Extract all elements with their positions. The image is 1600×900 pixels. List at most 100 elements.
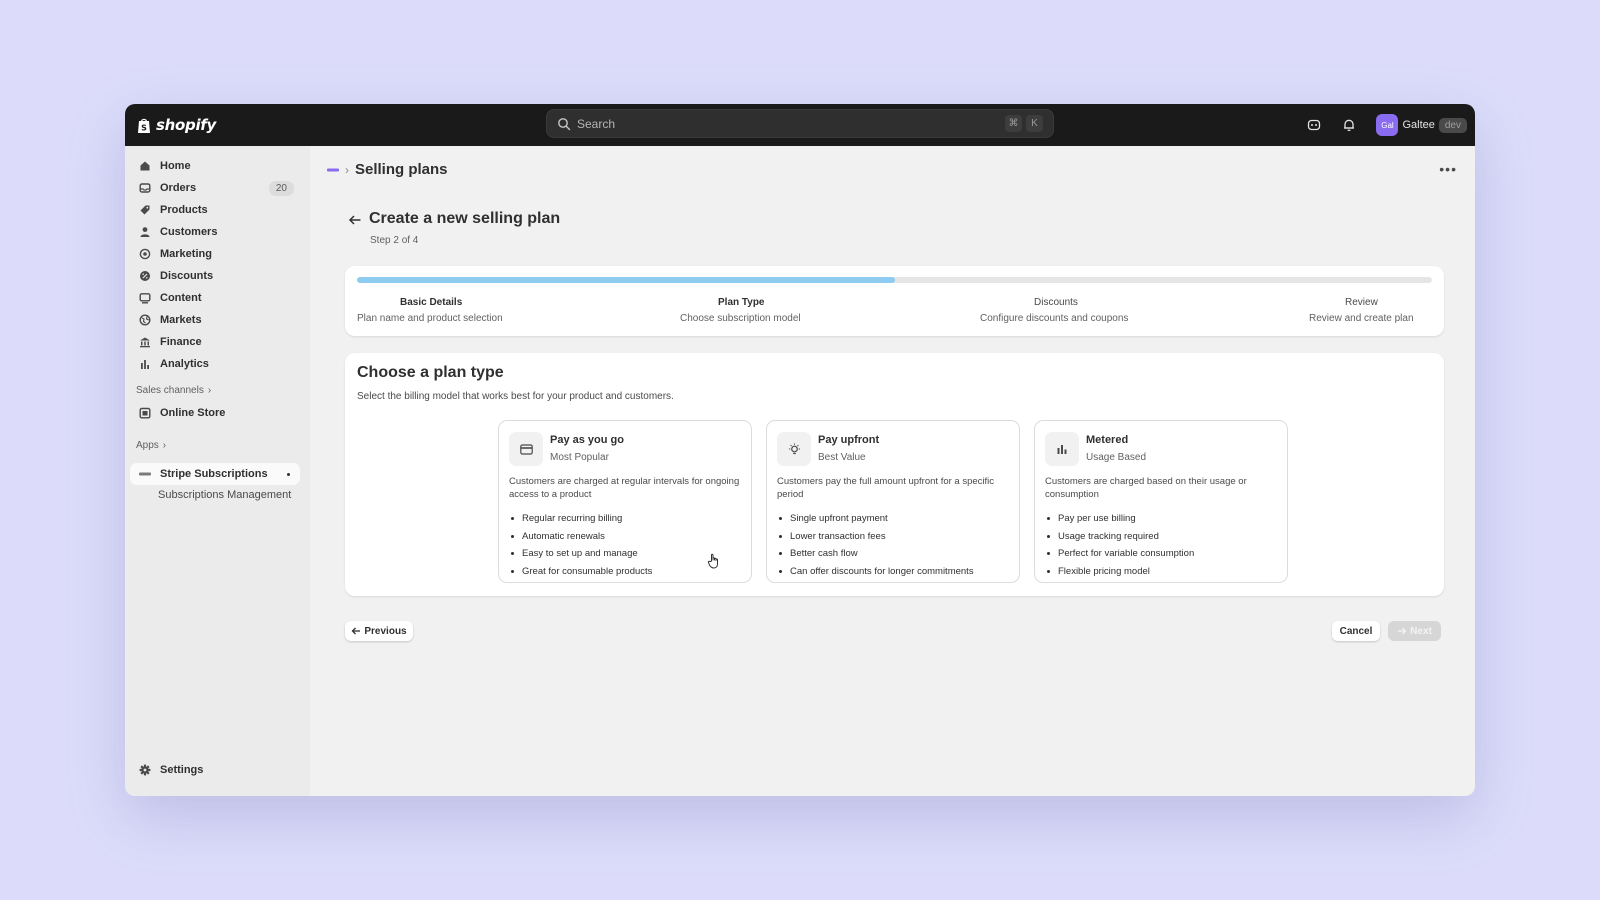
globe-icon	[138, 314, 151, 327]
sidebar-item-label: Analytics	[160, 358, 209, 370]
previous-button[interactable]: Previous	[345, 621, 413, 641]
step-desc-basic-details: Plan name and product selection	[357, 313, 503, 324]
main-content: › Selling plans ••• Create a new selling…	[310, 146, 1475, 796]
cancel-button[interactable]: Cancel	[1332, 621, 1380, 641]
discount-icon	[138, 270, 151, 283]
page-title: Create a new selling plan	[369, 210, 561, 227]
next-button[interactable]: Next	[1388, 621, 1441, 641]
sidebar-item-marketing[interactable]: Marketing	[130, 243, 300, 265]
sidebar-item-label: Stripe Subscriptions	[160, 468, 268, 480]
list-item: Usage tracking required	[1045, 528, 1194, 546]
active-indicator-dot	[287, 472, 290, 476]
sidekick-glyph-icon	[1308, 119, 1321, 131]
plan-option-description: Customers pay the full amount upfront fo…	[777, 476, 995, 500]
orders-count-badge: 20	[268, 180, 294, 196]
sidebar-item-customers[interactable]: Customers	[130, 221, 300, 243]
sidebar-item-finance[interactable]: Finance	[130, 331, 300, 353]
plan-option-features: Pay per use billing Usage tracking requi…	[1045, 510, 1194, 580]
sidebar-item-online-store[interactable]: Online Store	[130, 402, 300, 424]
step-desc-plan-type: Choose subscription model	[680, 313, 801, 324]
sidebar-item-markets[interactable]: Markets	[130, 309, 300, 331]
sidebar-item-discounts[interactable]: Discounts	[130, 265, 300, 287]
sidebar-item-orders[interactable]: Orders 20	[130, 177, 300, 199]
step-title-basic-details: Basic Details	[400, 297, 463, 308]
sidebar-item-label: Customers	[160, 226, 218, 238]
sidebar-item-label: Markets	[160, 314, 202, 326]
chevron-right-icon: ›	[162, 440, 167, 451]
plan-option-features: Regular recurring billing Automatic rene…	[509, 510, 652, 580]
sidebar-item-label: Finance	[160, 336, 202, 348]
next-button-label: Next	[1410, 625, 1432, 637]
kbd-cmd: ⌘	[1005, 115, 1022, 132]
step-desc-review: Review and create plan	[1309, 313, 1414, 324]
plan-option-tag: Usage Based	[1086, 452, 1147, 463]
bell-icon[interactable]	[1341, 117, 1357, 133]
progress-card: Basic Details Plan name and product sele…	[345, 266, 1444, 336]
app-icon[interactable]	[327, 167, 339, 173]
store-icon	[138, 407, 151, 420]
sidebar-item-settings[interactable]: Settings	[130, 759, 300, 781]
sidebar-item-label: Products	[160, 204, 208, 216]
step-desc-discounts: Configure discounts and coupons	[980, 313, 1129, 324]
shopping-bag-icon: S	[138, 118, 150, 133]
sidebar-item-label: Content	[160, 292, 202, 304]
sidebar-item-label: Online Store	[160, 407, 226, 419]
apps-label[interactable]: Apps ›	[136, 440, 166, 451]
sidebar-item-stripe-subscriptions[interactable]: Stripe Subscriptions	[130, 463, 300, 485]
plan-option-tag: Best Value	[818, 452, 866, 463]
svg-text:S: S	[141, 123, 147, 132]
sidebar-item-products[interactable]: Products	[130, 199, 300, 221]
previous-button-label: Previous	[364, 625, 407, 637]
sidebar-item-label: Orders	[160, 182, 197, 194]
hand-pointer-cursor-icon	[707, 553, 718, 569]
plan-option-metered[interactable]: Metered Usage Based Customers are charge…	[1034, 420, 1288, 583]
tag-icon	[138, 204, 151, 217]
cancel-button-label: Cancel	[1339, 625, 1373, 637]
content-icon	[138, 292, 151, 305]
plan-option-pay-as-you-go[interactable]: Pay as you go Most Popular Customers are…	[498, 420, 752, 583]
kbd-k: K	[1026, 115, 1043, 132]
plan-option-title: Pay upfront	[818, 434, 880, 446]
list-item: Easy to set up and manage	[509, 545, 652, 563]
dev-badge: dev	[1438, 117, 1467, 133]
step-title-review: Review	[1345, 297, 1378, 308]
step-title-discounts: Discounts	[1034, 297, 1078, 308]
credit-card-icon	[509, 432, 543, 466]
gear-icon	[138, 764, 151, 777]
list-item: Lower transaction fees	[777, 528, 974, 546]
logo-text: shopify	[156, 116, 216, 134]
avatar[interactable]: Gal	[1376, 114, 1399, 136]
search-bar[interactable]: Search ⌘ K	[546, 109, 1054, 138]
plan-option-title: Metered	[1086, 434, 1129, 446]
plan-type-card: Choose a plan type Select the billing mo…	[345, 353, 1444, 596]
sidebar-item-home[interactable]: Home	[130, 155, 300, 177]
progress-bar	[357, 277, 1432, 283]
arrow-right-icon	[1398, 627, 1407, 635]
sidebar-item-label: Settings	[160, 764, 204, 776]
sidebar-item-analytics[interactable]: Analytics	[130, 353, 300, 375]
sidekick-icon[interactable]	[1306, 117, 1322, 133]
apps-text: Apps	[136, 440, 159, 451]
app-window: S shopify Search ⌘ K Gal Galtee dev Home…	[125, 104, 1475, 796]
sidebar-subitem-subscriptions-management[interactable]: Subscriptions Management	[158, 489, 291, 501]
list-item: Single upfront payment	[777, 510, 974, 528]
plan-option-description: Customers are charged at regular interva…	[509, 476, 740, 500]
sidebar: Home Orders 20 Products Customers Market…	[125, 146, 310, 796]
back-arrow-icon[interactable]	[348, 214, 362, 226]
sidebar-item-content[interactable]: Content	[130, 287, 300, 309]
plan-option-pay-upfront[interactable]: Pay upfront Best Value Customers pay the…	[766, 420, 1020, 583]
inbox-icon	[138, 182, 151, 195]
sales-channels-label[interactable]: Sales channels ›	[136, 385, 211, 396]
list-item: Perfect for variable consumption	[1045, 545, 1194, 563]
plan-option-title: Pay as you go	[550, 434, 624, 446]
plan-type-subtitle: Select the billing model that works best…	[357, 391, 674, 402]
store-name[interactable]: Galtee	[1402, 119, 1434, 131]
sidebar-item-label: Home	[160, 160, 191, 172]
shopify-logo[interactable]: S shopify	[137, 116, 216, 134]
top-bar: S shopify Search ⌘ K Gal Galtee dev	[125, 104, 1475, 146]
plan-option-features: Single upfront payment Lower transaction…	[777, 510, 974, 580]
chart-icon	[1045, 432, 1079, 466]
more-actions-icon[interactable]: •••	[1439, 161, 1457, 177]
bar-chart-icon	[138, 358, 151, 371]
target-icon	[138, 248, 151, 261]
